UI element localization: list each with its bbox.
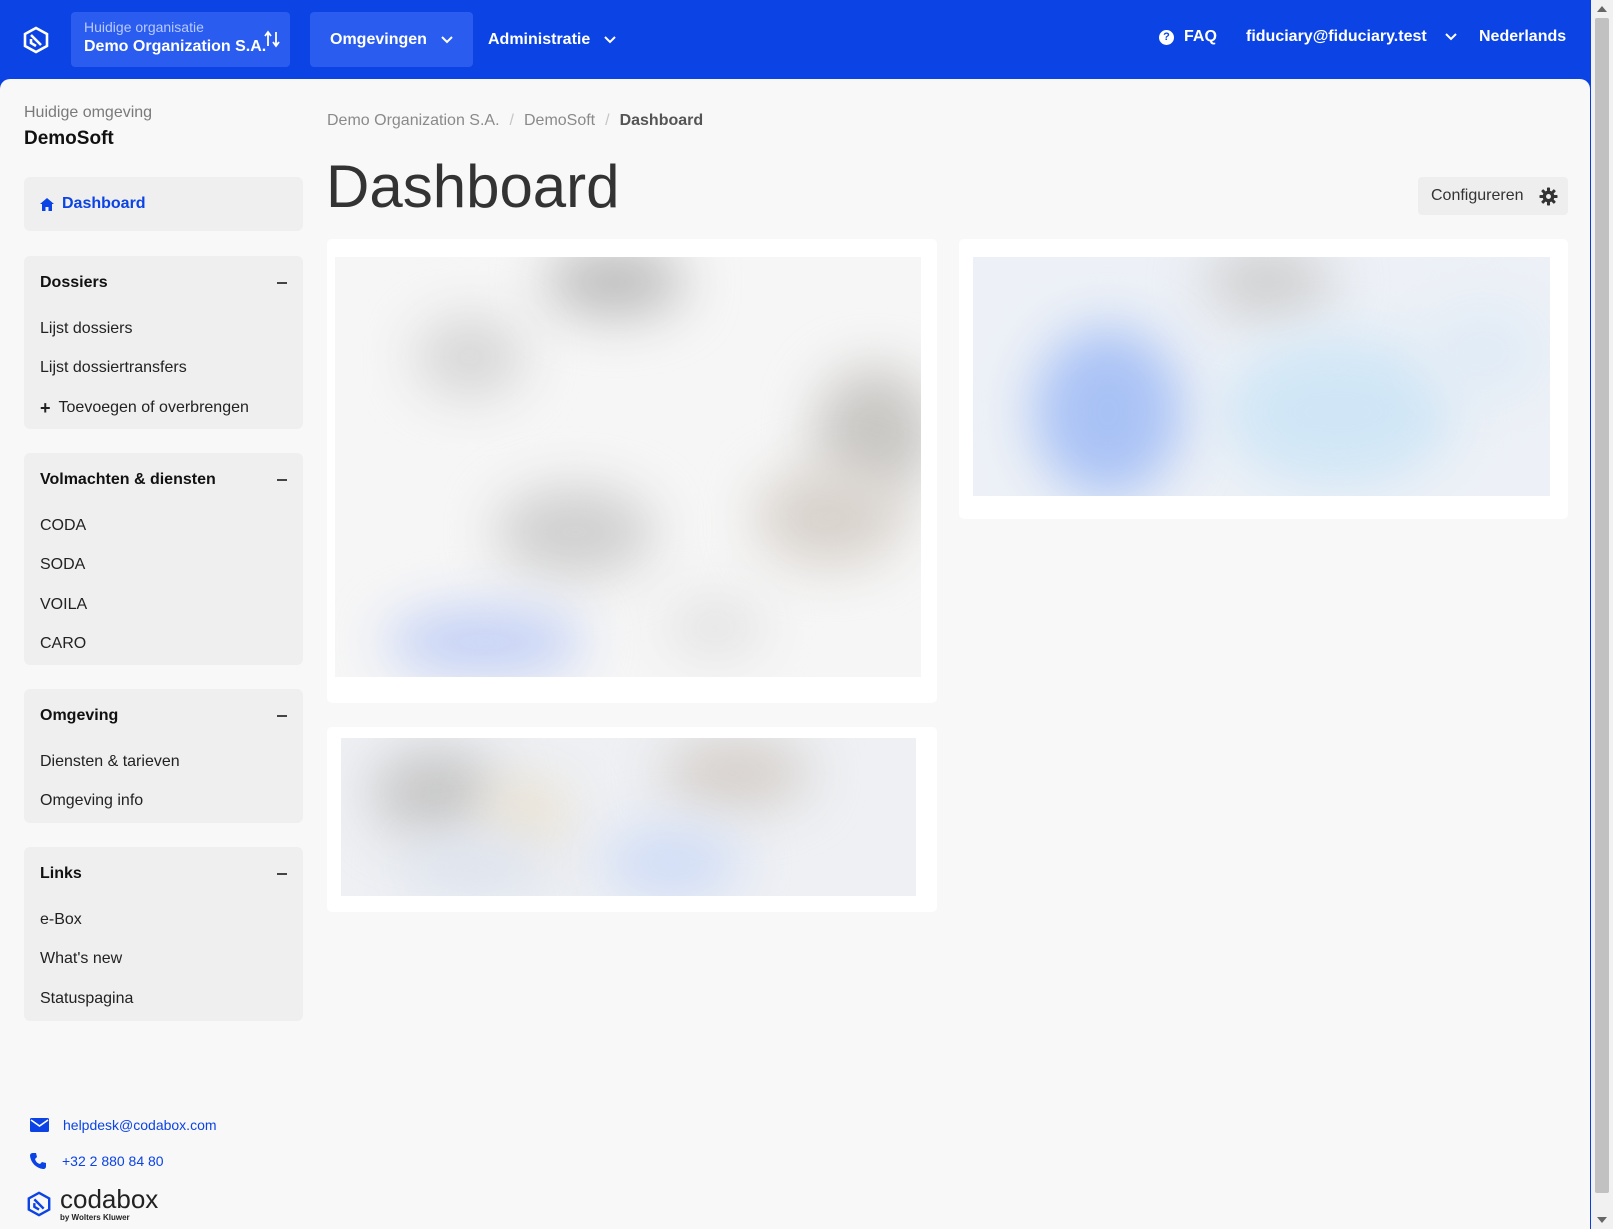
sidebar-item-label: CODA <box>40 516 87 534</box>
sidebar-item-label: Omgeving info <box>40 792 144 810</box>
breadcrumb-separator: / <box>509 112 514 129</box>
group-header-volmachten[interactable]: Volmachten & diensten <box>24 454 303 506</box>
env-caption: Huidige omgeving <box>24 104 153 121</box>
breadcrumb-org[interactable]: Demo Organization S.A. <box>327 112 500 130</box>
group-header-dossiers[interactable]: Dossiers <box>24 257 303 309</box>
collapse-icon[interactable] <box>277 873 287 875</box>
faq-link[interactable]: ? FAQ <box>1159 28 1217 46</box>
sidebar-item-caro[interactable]: CARO <box>24 625 303 665</box>
codabox-logo-icon[interactable] <box>22 26 50 54</box>
sidebar-item-label: Statuspagina <box>40 989 134 1007</box>
breadcrumb: Demo Organization S.A. / DemoSoft / Dash… <box>327 112 703 130</box>
chevron-down-icon <box>1444 33 1457 41</box>
organization-switcher[interactable]: Huidige organisatie Demo Organization S.… <box>71 12 290 67</box>
sidebar-item-label: Toevoegen of overbrengen <box>58 398 249 416</box>
codabox-logo-icon <box>27 1191 51 1217</box>
sidebar-item-label: SODA <box>40 556 86 574</box>
sidebar-group-dossiers: Dossiers Lijst dossiers Lijst dossiertra… <box>24 256 303 429</box>
page-title: Dashboard <box>326 153 620 220</box>
helpdesk-phone: +32 2 880 84 80 <box>62 1153 164 1169</box>
widget-placeholder <box>335 257 921 677</box>
breadcrumb-env[interactable]: DemoSoft <box>524 112 595 130</box>
collapse-icon[interactable] <box>277 479 287 481</box>
widget-placeholder <box>973 257 1550 496</box>
sidebar-item-label: Dashboard <box>62 195 146 212</box>
chevron-down-icon <box>441 35 453 43</box>
faq-label: FAQ <box>1184 28 1217 45</box>
group-title: Dossiers <box>40 274 108 291</box>
helpdesk-email: helpdesk@codabox.com <box>63 1117 217 1133</box>
sidebar-item-diensten-tarieven[interactable]: Diensten & tarieven <box>24 742 303 782</box>
sidebar-item-toevoegen[interactable]: + Toevoegen of overbrengen <box>24 388 303 428</box>
dashboard-widget-3 <box>327 727 937 912</box>
org-name: Demo Organization S.A. <box>84 38 267 55</box>
sidebar-item-whats-new[interactable]: What's new <box>24 940 303 980</box>
sidebar-item-label: What's new <box>40 950 123 968</box>
sidebar-item-dashboard[interactable]: Dashboard <box>24 177 303 231</box>
collapse-icon[interactable] <box>277 282 287 284</box>
user-email: fiduciary@fiduciary.test <box>1246 28 1427 45</box>
configure-label: Configureren <box>1431 187 1524 204</box>
home-icon <box>40 197 54 211</box>
helpdesk-phone-link[interactable]: +32 2 880 84 80 <box>30 1153 164 1169</box>
group-title: Links <box>40 865 82 882</box>
language-label: Nederlands <box>1479 28 1567 45</box>
scroll-down-arrow-icon[interactable] <box>1597 1217 1607 1223</box>
sidebar-item-label: Lijst dossiertransfers <box>40 359 187 377</box>
plus-icon: + <box>40 397 51 418</box>
sidebar-item-label: Lijst dossiers <box>40 319 133 337</box>
scroll-up-arrow-icon[interactable] <box>1597 6 1607 12</box>
nav-omgevingen[interactable]: Omgevingen <box>310 12 473 67</box>
sidebar-item-label: VOILA <box>40 595 88 613</box>
sidebar-item-label: Diensten & tarieven <box>40 752 180 770</box>
nav-administratie-label: Administratie <box>488 30 591 48</box>
configure-button[interactable]: Configureren <box>1418 177 1568 215</box>
user-menu[interactable]: fiduciary@fiduciary.test <box>1246 28 1457 46</box>
org-caption: Huidige organisatie <box>84 19 204 35</box>
language-selector[interactable]: Nederlands <box>1479 28 1566 46</box>
dashboard-widget-2 <box>959 239 1568 519</box>
group-header-links[interactable]: Links <box>24 848 303 900</box>
nav-omgevingen-label: Omgevingen <box>330 30 427 48</box>
helpdesk-email-link[interactable]: helpdesk@codabox.com <box>30 1117 217 1133</box>
scroll-thumb[interactable] <box>1595 18 1609 1193</box>
env-name: DemoSoft <box>24 128 114 149</box>
sidebar-group-links: Links e-Box What's new Statuspagina <box>24 847 303 1021</box>
group-title: Volmachten & diensten <box>40 471 216 488</box>
brand-name: codabox <box>60 1184 159 1214</box>
sidebar-item-soda[interactable]: SODA <box>24 546 303 586</box>
vertical-scrollbar[interactable] <box>1591 0 1613 1229</box>
chevron-down-icon <box>604 35 616 43</box>
phone-icon <box>30 1153 46 1169</box>
sidebar-item-label: CARO <box>40 635 87 653</box>
breadcrumb-separator: / <box>605 112 610 129</box>
nav-administratie[interactable]: Administratie <box>468 12 636 67</box>
sidebar-item-coda[interactable]: CODA <box>24 506 303 546</box>
widget-placeholder <box>341 738 916 896</box>
dashboard-widget-1 <box>327 239 937 703</box>
sidebar-item-ebox[interactable]: e-Box <box>24 900 303 940</box>
brand-subtitle: by Wolters Kluwer <box>60 1213 130 1222</box>
group-title: Omgeving <box>40 707 119 724</box>
sidebar-group-volmachten: Volmachten & diensten CODA SODA VOILA CA… <box>24 453 303 665</box>
group-header-omgeving[interactable]: Omgeving <box>24 690 303 742</box>
sidebar-item-voila[interactable]: VOILA <box>24 585 303 625</box>
sidebar-item-lijst-dossiers[interactable]: Lijst dossiers <box>24 309 303 349</box>
sidebar-group-omgeving: Omgeving Diensten & tarieven Omgeving in… <box>24 689 303 823</box>
collapse-icon[interactable] <box>277 715 287 717</box>
swap-icon <box>264 30 280 48</box>
sidebar-item-statuspagina[interactable]: Statuspagina <box>24 979 303 1019</box>
question-circle-icon: ? <box>1159 29 1174 45</box>
sidebar-item-omgeving-info[interactable]: Omgeving info <box>24 782 303 822</box>
codabox-brand: codabox by Wolters Kluwer <box>26 1186 158 1222</box>
gear-icon <box>1539 186 1558 206</box>
top-navbar: Huidige organisatie Demo Organization S.… <box>0 0 1590 80</box>
breadcrumb-current: Dashboard <box>619 112 704 129</box>
sidebar-item-label: e-Box <box>40 910 82 928</box>
sidebar-item-lijst-dossiertransfers[interactable]: Lijst dossiertransfers <box>24 349 303 389</box>
envelope-icon <box>30 1118 49 1132</box>
